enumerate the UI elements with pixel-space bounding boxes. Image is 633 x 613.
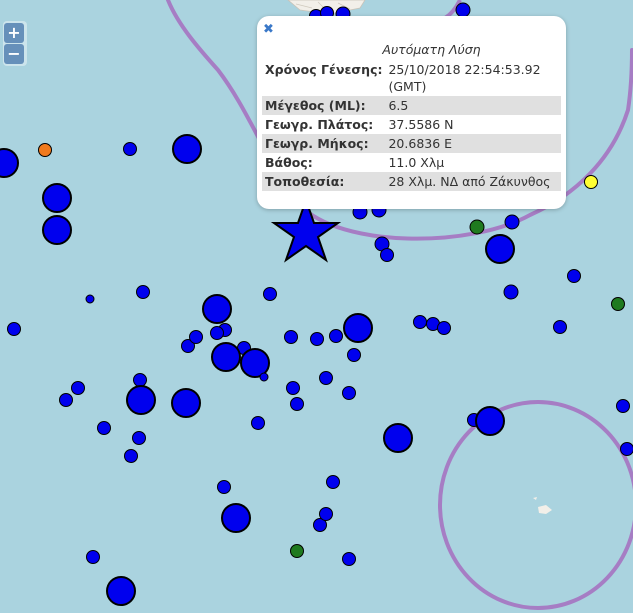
location-label: Τοποθεσία: xyxy=(262,172,386,191)
event-marker-blue[interactable] xyxy=(7,322,21,336)
event-marker-blue[interactable] xyxy=(455,2,471,18)
event-marker-green[interactable] xyxy=(290,544,304,558)
event-marker-blue[interactable] xyxy=(136,285,150,299)
event-marker-blue[interactable] xyxy=(259,372,269,382)
event-marker-blue[interactable] xyxy=(132,431,146,445)
detail-row: Βάθος: 11.0 Χλμ xyxy=(262,153,561,172)
event-details-table: Χρόνος Γένεσης: 25/10/2018 22:54:53.92 (G… xyxy=(262,60,561,191)
event-marker-blue[interactable] xyxy=(326,475,340,489)
event-marker-blue[interactable] xyxy=(503,284,519,300)
event-marker-blue[interactable] xyxy=(86,550,100,564)
event-popup: ✖ Αυτόματη Λύση Χρόνος Γένεσης: 25/10/201… xyxy=(257,16,566,209)
event-marker-blue[interactable] xyxy=(383,423,413,453)
event-marker-green[interactable] xyxy=(469,219,485,235)
depth-value: 11.0 Χλμ xyxy=(388,155,445,170)
detail-row: Χρόνος Γένεσης: 25/10/2018 22:54:53.92 (G… xyxy=(262,60,561,96)
event-marker-blue[interactable] xyxy=(124,449,138,463)
event-marker-blue[interactable] xyxy=(567,269,581,283)
event-marker-blue[interactable] xyxy=(343,313,373,343)
event-marker-blue[interactable] xyxy=(347,348,361,362)
latitude-value: 37.5586 N xyxy=(388,117,454,132)
event-marker-blue[interactable] xyxy=(0,148,19,178)
event-marker-blue[interactable] xyxy=(133,373,147,387)
event-marker-blue[interactable] xyxy=(221,503,251,533)
event-marker-blue[interactable] xyxy=(217,480,231,494)
event-marker-blue[interactable] xyxy=(286,381,300,395)
event-marker-blue[interactable] xyxy=(310,332,324,346)
event-marker-blue[interactable] xyxy=(329,329,343,343)
detail-row: Γεωγρ. Μήκος: 20.6836 E xyxy=(262,134,561,153)
event-marker-blue[interactable] xyxy=(42,215,72,245)
event-marker-blue[interactable] xyxy=(106,576,136,606)
origin-time-label: Χρόνος Γένεσης: xyxy=(265,62,383,77)
event-marker-blue[interactable] xyxy=(319,371,333,385)
event-marker-blue[interactable] xyxy=(202,294,232,324)
origin-time-value: 25/10/2018 22:54:53.92 (GMT) xyxy=(388,62,541,94)
event-marker-blue[interactable] xyxy=(413,315,427,329)
depth-label: Βάθος: xyxy=(265,155,313,170)
event-marker-blue[interactable] xyxy=(211,342,241,372)
event-marker-blue[interactable] xyxy=(342,552,356,566)
event-marker-blue[interactable] xyxy=(380,248,394,262)
event-marker-blue[interactable] xyxy=(42,183,72,213)
event-marker-orange[interactable] xyxy=(38,143,52,157)
event-marker-blue[interactable] xyxy=(172,134,202,164)
zoom-out-button[interactable]: − xyxy=(4,44,24,64)
event-marker-blue[interactable] xyxy=(290,397,304,411)
event-marker-blue[interactable] xyxy=(475,406,505,436)
event-marker-blue[interactable] xyxy=(342,386,356,400)
longitude-value: 20.6836 E xyxy=(385,134,561,153)
event-marker-blue[interactable] xyxy=(251,416,265,430)
location-value: 28 Χλμ. ΝΔ από Ζάκυνθος xyxy=(385,172,561,191)
event-marker-blue[interactable] xyxy=(126,385,156,415)
event-marker-blue[interactable] xyxy=(284,330,298,344)
close-icon[interactable]: ✖ xyxy=(263,22,274,37)
magnitude-value: 6.5 xyxy=(385,96,561,115)
detail-row: Γεωγρ. Πλάτος: 37.5586 N xyxy=(262,115,561,134)
longitude-label: Γεωγρ. Μήκος: xyxy=(262,134,386,153)
event-marker-blue[interactable] xyxy=(189,330,203,344)
event-marker-blue[interactable] xyxy=(210,326,224,340)
detail-row: Μέγεθος (ML): 6.5 xyxy=(262,96,561,115)
zoom-in-button[interactable]: + xyxy=(4,23,24,43)
event-marker-yellow[interactable] xyxy=(584,175,598,189)
event-marker-blue[interactable] xyxy=(263,287,277,301)
event-marker-blue[interactable] xyxy=(437,321,451,335)
event-marker-green[interactable] xyxy=(611,297,625,311)
event-marker-blue[interactable] xyxy=(85,294,95,304)
event-marker-blue[interactable] xyxy=(319,507,333,521)
event-marker-blue[interactable] xyxy=(620,442,633,456)
event-marker-blue[interactable] xyxy=(171,388,201,418)
event-marker-blue[interactable] xyxy=(485,234,515,264)
magnitude-label: Μέγεθος (ML): xyxy=(262,96,386,115)
event-marker-blue[interactable] xyxy=(59,393,73,407)
latitude-label: Γεωγρ. Πλάτος: xyxy=(265,117,374,132)
event-marker-blue[interactable] xyxy=(504,214,520,230)
event-marker-blue[interactable] xyxy=(123,142,137,156)
detail-row: Τοποθεσία: 28 Χλμ. ΝΔ από Ζάκυνθος xyxy=(262,172,561,191)
zoom-control: + − xyxy=(3,21,27,66)
event-marker-blue[interactable] xyxy=(616,399,630,413)
event-marker-blue[interactable] xyxy=(553,320,567,334)
event-marker-blue[interactable] xyxy=(97,421,111,435)
event-marker-blue[interactable] xyxy=(71,381,85,395)
popup-title: Αυτόματη Λύση xyxy=(382,42,481,57)
